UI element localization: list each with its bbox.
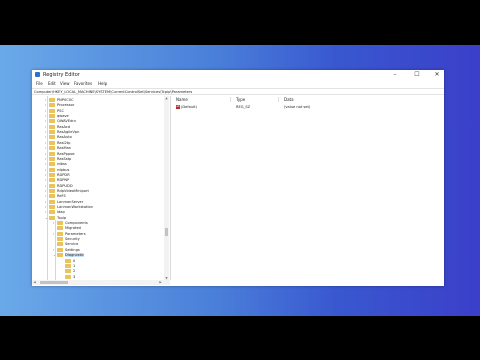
value-type: REG_SZ — [236, 105, 251, 109]
menu-view[interactable]: View — [60, 80, 70, 88]
scroll-left-arrow-icon[interactable]: ◀ — [32, 280, 37, 285]
tree-item[interactable]: 3 — [61, 274, 75, 280]
value-data: (value not set) — [284, 105, 311, 109]
menu-bar: File Edit View Favorites Help — [32, 80, 444, 88]
menu-favorites[interactable]: Favorites — [74, 80, 92, 88]
scroll-up-arrow-icon[interactable]: ▲ — [164, 96, 169, 100]
value-row-name[interactable]: ab(Default) — [176, 104, 197, 110]
values-pane: Name Type Data ab(Default) REG_SZ (value… — [172, 96, 444, 286]
value-name: (Default) — [181, 105, 197, 109]
tree-vertical-scrollbar[interactable]: ▲ ▼ — [164, 96, 169, 280]
close-button[interactable]: ✕ — [430, 70, 444, 80]
tree-item-label: 3 — [73, 274, 76, 279]
registry-editor-window: Registry Editor – ☐ ✕ File Edit View Fav… — [32, 70, 444, 286]
column-header-name[interactable]: Name — [176, 96, 188, 103]
registry-app-icon — [35, 72, 40, 77]
title-bar[interactable]: Registry Editor – ☐ ✕ — [32, 70, 444, 80]
hscroll-thumb[interactable] — [40, 281, 68, 284]
minimize-button[interactable]: – — [388, 70, 402, 80]
scroll-thumb[interactable] — [165, 228, 168, 236]
string-value-icon: ab — [176, 105, 180, 109]
menu-edit[interactable]: Edit — [48, 80, 56, 88]
registry-key-tree: › PNP0C0C › Processor › PSC › qwave › QWAVEdrv › Ra… — [32, 96, 171, 280]
window-title: Registry Editor — [43, 72, 80, 78]
menu-file[interactable]: File — [36, 80, 43, 88]
folder-icon — [65, 274, 71, 279]
tree-guide-line — [47, 96, 48, 280]
column-divider[interactable] — [230, 97, 231, 102]
column-divider[interactable] — [278, 97, 279, 102]
maximize-button[interactable]: ☐ — [410, 70, 424, 80]
column-header-data[interactable]: Data — [284, 96, 294, 103]
address-bar[interactable]: Computer\HKEY_LOCAL_MACHINE\SYSTEM\Curre… — [32, 88, 444, 95]
menu-help[interactable]: Help — [98, 80, 107, 88]
tree-guide-line — [55, 220, 56, 280]
video-frame: Registry Editor – ☐ ✕ File Edit View Fav… — [0, 0, 480, 360]
scroll-right-arrow-icon[interactable]: ▶ — [158, 280, 163, 285]
column-header-type[interactable]: Type — [236, 96, 245, 103]
tree-horizontal-scrollbar[interactable]: ◀ ▶ — [32, 280, 170, 285]
